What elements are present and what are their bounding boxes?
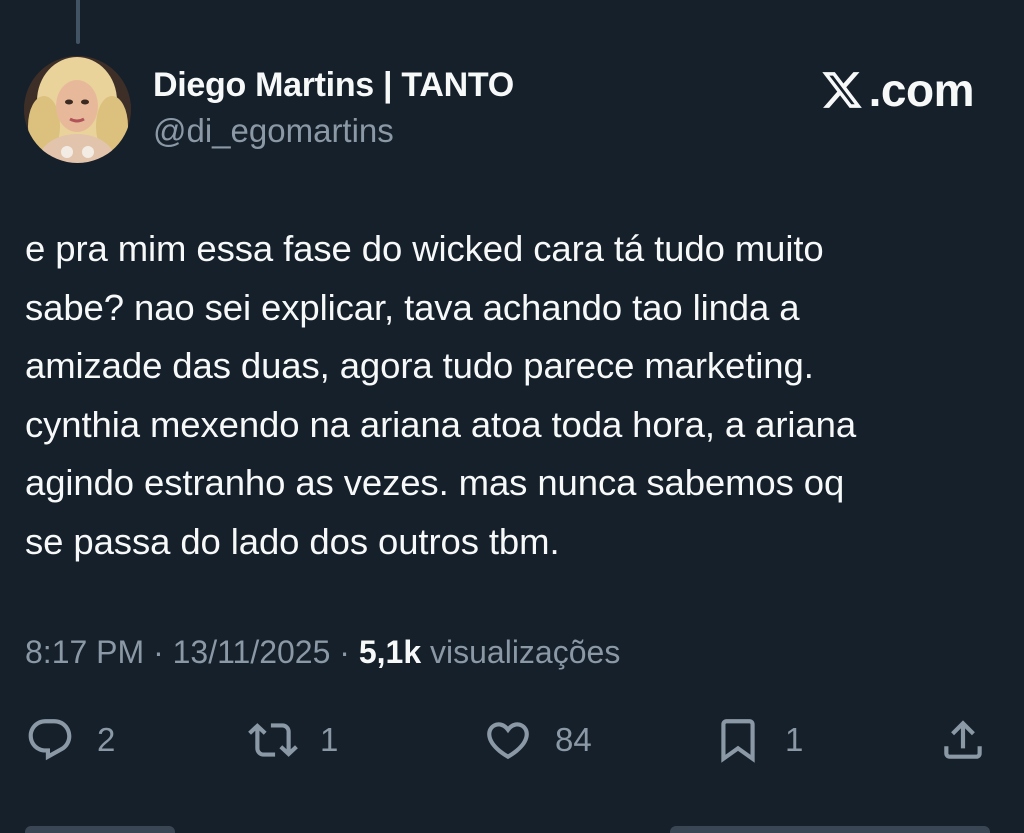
meta-separator: · xyxy=(153,634,164,670)
brand-watermark: .com xyxy=(819,62,975,118)
tweet-line: se passa do lado dos outros tbm. xyxy=(25,520,560,562)
tweet-line: sabe? nao sei explicar, tava achando tao… xyxy=(25,286,800,328)
author-handle[interactable]: @di_egomartins xyxy=(153,112,394,150)
tweet-line: cynthia mexendo na ariana atoa toda hora… xyxy=(25,403,857,445)
views-count: 5,1k xyxy=(358,634,422,670)
tweet-date[interactable]: 13/11/2025 xyxy=(173,634,331,670)
reply-count: 2 xyxy=(97,721,116,758)
heart-icon xyxy=(487,722,529,760)
tweet-line: amizade das duas, agora tudo parece mark… xyxy=(25,345,814,387)
bookmark-count: 1 xyxy=(785,721,804,758)
tweet-action-bar: 2 1 84 1 xyxy=(0,710,1024,770)
retweet-icon xyxy=(248,723,298,757)
tweet-body: e pra mim essa fase do wicked cara tá tu… xyxy=(25,220,1000,572)
tweet-line: agindo estranho as vezes. mas nunca sabe… xyxy=(25,462,845,504)
reply-button[interactable]: 2 xyxy=(25,710,115,770)
bookmark-icon xyxy=(721,719,755,763)
brand-domain-text: .com xyxy=(868,64,975,116)
x-logo-icon xyxy=(821,72,862,108)
like-button[interactable]: 84 xyxy=(483,710,592,770)
meta-separator: · xyxy=(339,634,350,670)
retweet-count: 1 xyxy=(320,721,339,758)
reply-icon xyxy=(28,719,72,761)
tweet-time[interactable]: 8:17 PM xyxy=(25,634,144,670)
avatar-image xyxy=(24,56,131,163)
bookmark-button[interactable]: 1 xyxy=(713,710,803,770)
retweet-button[interactable]: 1 xyxy=(248,710,338,770)
thread-connector-line xyxy=(76,0,80,44)
author-display-name[interactable]: Diego Martins | TANTO xyxy=(153,66,514,105)
like-count: 84 xyxy=(555,721,592,758)
clipped-next-row xyxy=(0,818,1024,833)
tweet-screenshot: Diego Martins | TANTO @di_egomartins .co… xyxy=(0,0,1024,833)
avatar[interactable] xyxy=(24,56,131,163)
share-icon xyxy=(944,720,982,759)
share-button[interactable] xyxy=(938,710,988,770)
tweet-line: e pra mim essa fase do wicked cara tá tu… xyxy=(25,228,824,269)
views-label: visualizações xyxy=(430,634,621,670)
tweet-metadata: 8:17 PM · 13/11/2025 · 5,1k visualizaçõe… xyxy=(25,634,620,671)
